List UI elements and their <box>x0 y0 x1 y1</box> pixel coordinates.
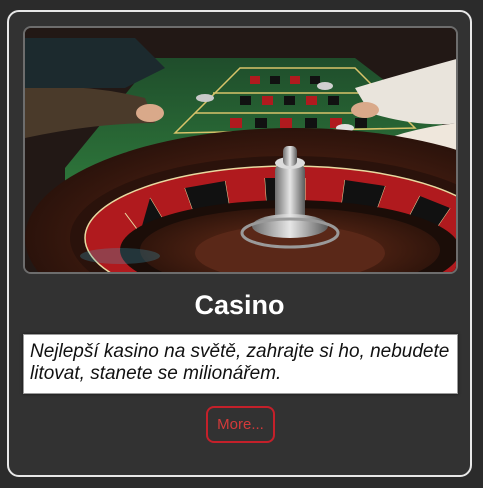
roulette-photo <box>23 26 458 274</box>
roulette-illustration <box>25 28 456 272</box>
more-button[interactable]: More... <box>206 406 275 443</box>
card-description: Nejlepší kasino na světě, zahrajte si ho… <box>23 334 458 394</box>
casino-card: Casino Nejlepší kasino na světě, zahrajt… <box>7 10 472 477</box>
card-title: Casino <box>194 290 285 320</box>
